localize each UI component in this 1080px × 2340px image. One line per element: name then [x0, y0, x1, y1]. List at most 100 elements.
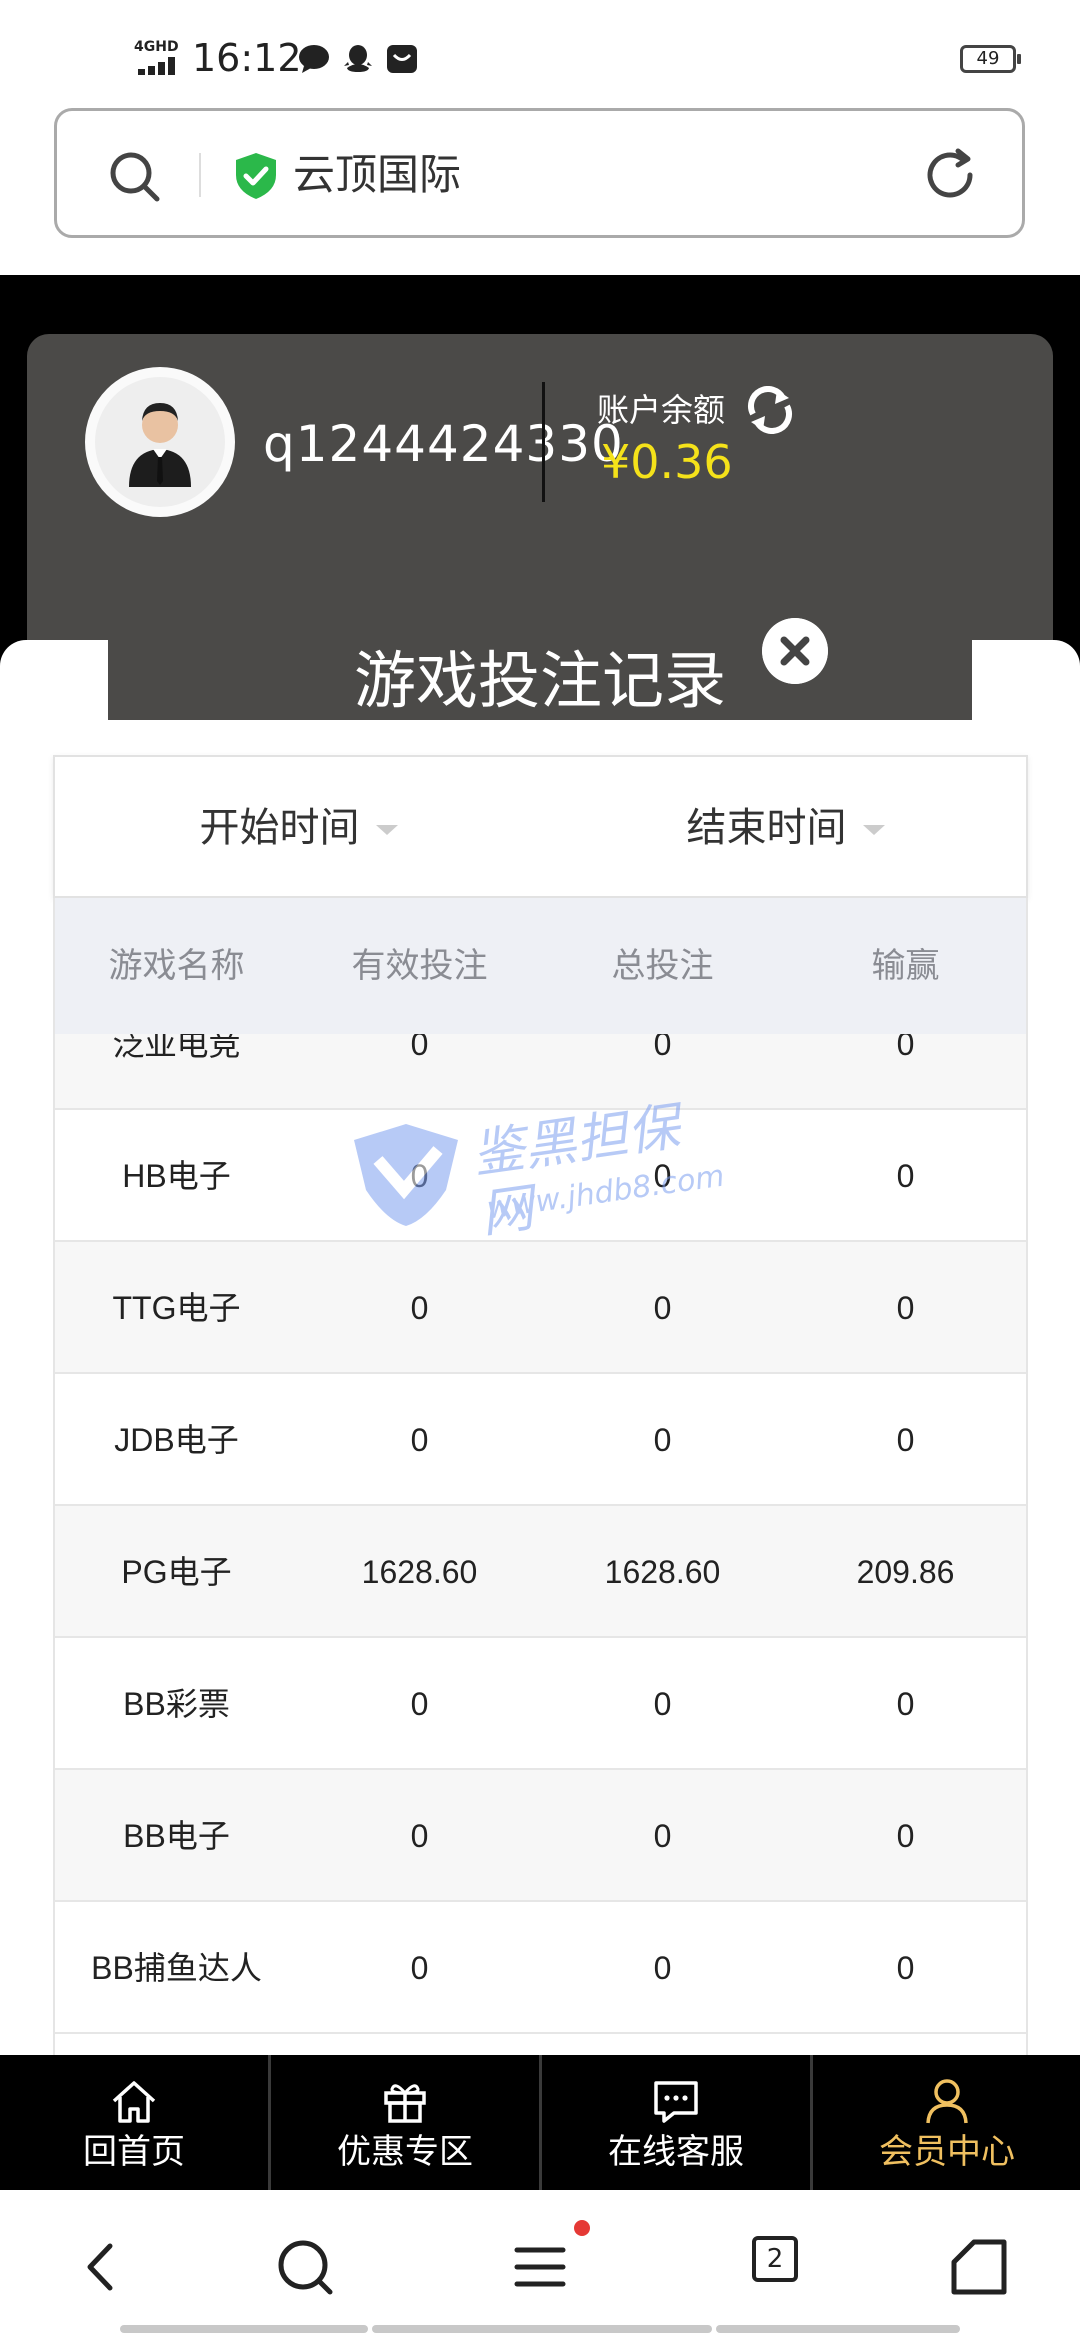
- gesture-bar: [716, 2325, 960, 2333]
- table-row: HB电子 0 0 0: [55, 1110, 1026, 1242]
- network-indicator: 4GHD: [134, 39, 179, 55]
- browser-nav: 2: [0, 2190, 1080, 2340]
- notification-dot: [574, 2220, 590, 2236]
- username: q1244424330: [263, 415, 624, 473]
- cell-game: BB彩票: [123, 1686, 230, 1722]
- home-icon[interactable]: [944, 2232, 1014, 2302]
- bet-record-table[interactable]: 游戏名称 有效投注 总投注 输赢 泛亚电竞 0 0 0 HB电子 0 0 0 T…: [53, 898, 1028, 2055]
- close-icon[interactable]: [762, 618, 828, 684]
- cell-win-loss: 0: [896, 1422, 915, 1458]
- balance-label: 账户余额: [597, 391, 726, 429]
- end-time-filter[interactable]: 结束时间: [542, 757, 1029, 900]
- start-time-label: 开始时间: [199, 805, 360, 851]
- cell-valid-bet: 0: [410, 1034, 429, 1062]
- nav-member-center-label: 会员中心: [879, 2132, 1015, 2172]
- cell-valid-bet: 0: [410, 1422, 429, 1458]
- address-bar[interactable]: 云顶国际: [54, 108, 1025, 238]
- cell-game: BB电子: [123, 1818, 230, 1854]
- qq-icon: [344, 45, 372, 72]
- cell-valid-bet: 0: [410, 1290, 429, 1326]
- nav-promotions-label: 优惠专区: [337, 2132, 473, 2172]
- end-time-label: 结束时间: [686, 805, 847, 851]
- chat-icon: [654, 2081, 698, 2123]
- date-filters: 开始时间 结束时间: [53, 755, 1028, 898]
- chevron-down-icon: [375, 825, 398, 835]
- bottom-nav: 回首页 优惠专区 在线客服 会员中心: [0, 2055, 1080, 2190]
- cell-total-bet: 0: [653, 1422, 672, 1458]
- cell-total-bet: 0: [653, 1034, 672, 1062]
- message-icon: [299, 45, 329, 73]
- status-bar: 4GHD 16:12 49: [0, 0, 1080, 100]
- nav-member-center[interactable]: 会员中心: [813, 2055, 1080, 2190]
- start-time-filter[interactable]: 开始时间: [55, 757, 542, 900]
- user-icon: [926, 2079, 968, 2124]
- cell-total-bet: 0: [653, 1290, 672, 1326]
- nav-support-label: 在线客服: [608, 2132, 744, 2172]
- column-header-valid-bet: 有效投注: [351, 946, 488, 986]
- chevron-down-icon: [862, 825, 885, 835]
- table-row: JDB电子 0 0 0: [55, 1374, 1026, 1506]
- cell-valid-bet: 0: [410, 1818, 429, 1854]
- menu-icon[interactable]: [505, 2232, 575, 2302]
- cell-win-loss: 0: [896, 1034, 915, 1062]
- divider: [542, 382, 545, 502]
- table-row: BB彩票 0 0 0: [55, 1638, 1026, 1770]
- divider: [199, 153, 201, 197]
- site-title: 云顶国际: [293, 150, 462, 199]
- search-icon[interactable]: [105, 147, 165, 207]
- search-icon[interactable]: [270, 2232, 340, 2302]
- table-header: 游戏名称 有效投注 总投注 输赢: [55, 898, 1026, 1034]
- table-row: 泛亚电竞 0 0 0: [55, 1034, 1026, 1110]
- cell-game: TTG电子: [112, 1290, 241, 1326]
- tabs-icon[interactable]: 2: [752, 2236, 798, 2282]
- table-row: BB捕鱼达人 0 0 0: [55, 1902, 1026, 2034]
- table-row: BB电子 0 0 0: [55, 1770, 1026, 1902]
- mail-icon: [387, 45, 417, 73]
- table-row: TTG电子 0 0 0: [55, 1242, 1026, 1374]
- table-row: PG电子 1628.60 1628.60 209.86: [55, 1506, 1026, 1638]
- modal-header: 游戏投注记录: [108, 637, 972, 720]
- column-header-win-loss: 输赢: [871, 946, 940, 986]
- gesture-bar: [120, 2325, 368, 2333]
- gesture-bar: [372, 2325, 712, 2333]
- avatar[interactable]: [85, 367, 235, 517]
- home-icon: [112, 2081, 156, 2123]
- cell-total-bet: 0: [653, 1686, 672, 1722]
- bet-record-modal: 游戏投注记录 开始时间 结束时间 游戏名称 有效投注 总投注 输赢 泛亚电竞 0…: [0, 618, 1080, 2055]
- cell-game: PG电子: [121, 1554, 232, 1590]
- nav-support[interactable]: 在线客服: [542, 2055, 810, 2190]
- cell-valid-bet: 0: [410, 1950, 429, 1986]
- table-body: 泛亚电竞 0 0 0 HB电子 0 0 0 TTG电子 0 0 0 JDB电子 …: [55, 1034, 1026, 2055]
- nav-home[interactable]: 回首页: [0, 2055, 268, 2190]
- refresh-balance-icon[interactable]: [743, 386, 797, 434]
- cell-game: 泛亚电竞: [112, 1034, 241, 1062]
- cell-total-bet: 0: [653, 1158, 672, 1194]
- signal-icon: [138, 57, 175, 75]
- cell-valid-bet: 0: [410, 1158, 429, 1194]
- cell-total-bet: 0: [653, 1950, 672, 1986]
- user-avatar-icon: [129, 403, 191, 487]
- nav-home-label: 回首页: [83, 2132, 185, 2172]
- cell-game: JDB电子: [114, 1422, 239, 1458]
- cell-total-bet: 0: [653, 1818, 672, 1854]
- cell-win-loss: 0: [896, 1818, 915, 1854]
- cell-win-loss: 0: [896, 1686, 915, 1722]
- cell-valid-bet: 0: [410, 1686, 429, 1722]
- battery-indicator: 49: [960, 45, 1021, 73]
- clock: 16:12: [192, 36, 302, 80]
- gift-icon: [384, 2084, 426, 2123]
- cell-game: BB捕鱼达人: [91, 1950, 262, 1986]
- nav-promotions[interactable]: 优惠专区: [271, 2055, 539, 2190]
- cell-game: HB电子: [122, 1158, 231, 1194]
- shield-check-icon: [236, 153, 276, 199]
- cell-win-loss: 0: [896, 1158, 915, 1194]
- column-header-game: 游戏名称: [108, 946, 245, 986]
- balance-value: ¥0.36: [601, 435, 733, 489]
- back-icon[interactable]: [68, 2232, 138, 2302]
- cell-total-bet: 1628.60: [604, 1554, 721, 1590]
- cell-valid-bet: 1628.60: [361, 1554, 478, 1590]
- refresh-icon[interactable]: [922, 145, 982, 205]
- cell-win-loss: 209.86: [856, 1554, 955, 1590]
- column-header-total-bet: 总投注: [611, 946, 714, 986]
- cell-win-loss: 0: [896, 1950, 915, 1986]
